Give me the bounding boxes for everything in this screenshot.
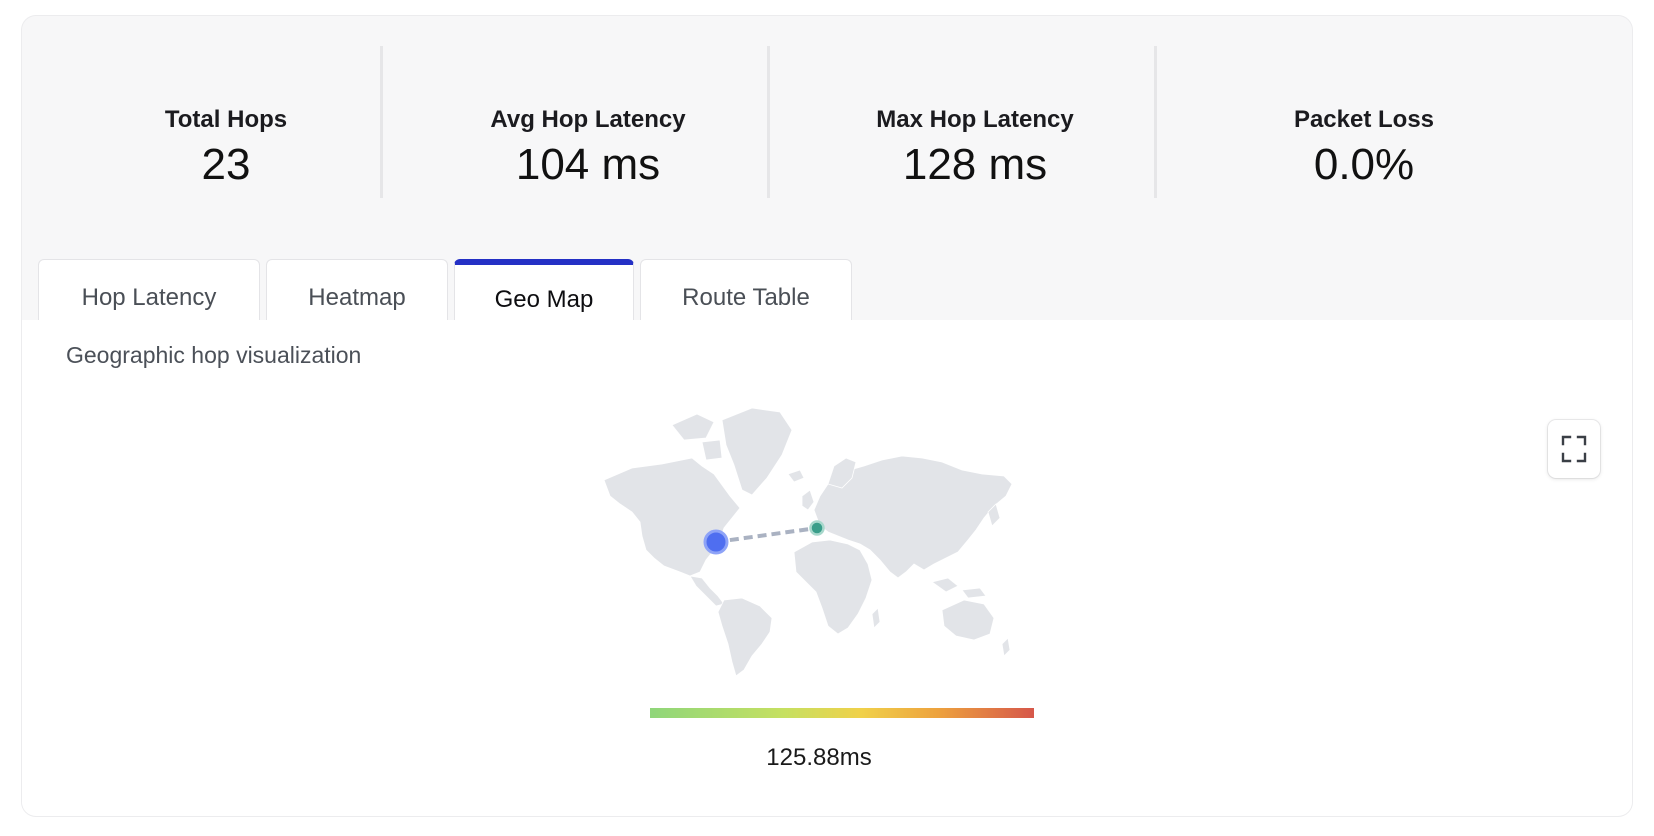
stat-divider bbox=[767, 46, 770, 198]
stat-divider bbox=[1154, 46, 1157, 198]
stat-packet-loss: Packet Loss 0.0% bbox=[1160, 46, 1568, 196]
destination-hop-marker[interactable] bbox=[809, 520, 825, 536]
fullscreen-button[interactable] bbox=[1548, 420, 1600, 478]
stat-label: Max Hop Latency bbox=[876, 106, 1074, 133]
stat-total-hops: Total Hops 23 bbox=[22, 46, 430, 196]
stat-value: 23 bbox=[201, 140, 251, 189]
stat-value: 0.0% bbox=[1313, 140, 1415, 189]
stat-value: 104 ms bbox=[515, 140, 661, 189]
land-masses bbox=[603, 407, 1013, 677]
latency-scale-bar bbox=[650, 708, 1034, 718]
traceroute-panel: Total Hops 23 Avg Hop Latency 104 ms Max… bbox=[22, 16, 1632, 816]
stat-avg-hop-latency: Avg Hop Latency 104 ms bbox=[384, 46, 792, 196]
latency-value: 125.88ms bbox=[766, 744, 872, 771]
stat-label: Total Hops bbox=[164, 106, 288, 133]
stats-bar: Total Hops 23 Avg Hop Latency 104 ms Max… bbox=[22, 16, 1632, 216]
panel-subtitle: Geographic hop visualization bbox=[66, 342, 362, 368]
latency-scale-label: 125.88ms bbox=[22, 744, 1632, 772]
expand-icon bbox=[1561, 435, 1587, 463]
stat-label: Packet Loss bbox=[1293, 106, 1435, 133]
geo-map-panel: Geographic hop visualization 125.88ms bbox=[22, 320, 1632, 816]
stat-value: 128 ms bbox=[902, 140, 1048, 189]
stat-divider bbox=[380, 46, 383, 198]
route-line bbox=[715, 526, 818, 544]
stat-max-hop-latency: Max Hop Latency 128 ms bbox=[771, 46, 1179, 196]
world-map bbox=[603, 407, 1013, 677]
stat-label: Avg Hop Latency bbox=[490, 106, 686, 133]
source-hop-marker[interactable] bbox=[703, 529, 729, 555]
